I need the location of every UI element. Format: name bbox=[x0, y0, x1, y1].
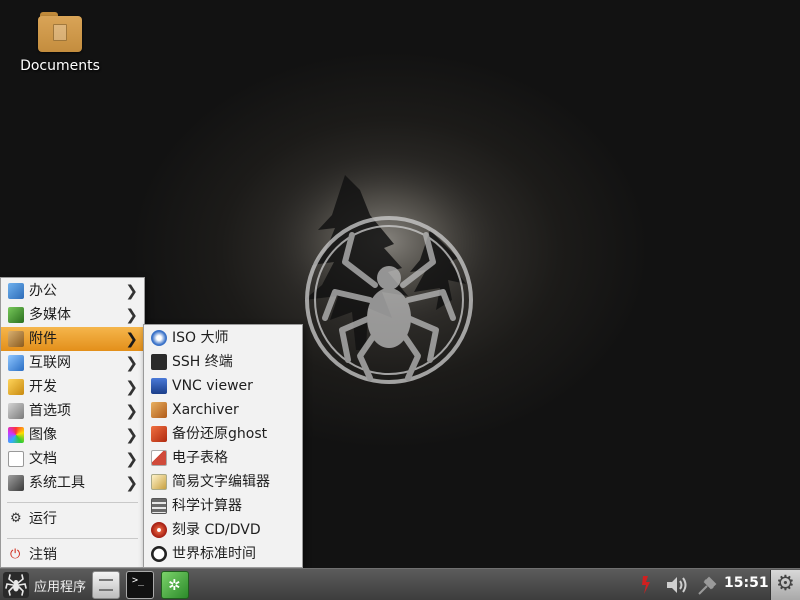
settings-icon: ⚙ bbox=[776, 571, 795, 595]
menu-item-label: VNC viewer bbox=[172, 378, 253, 394]
documents-icon bbox=[8, 451, 24, 467]
submenu-item-spreadsheet[interactable]: 电子表格 bbox=[144, 446, 302, 470]
menu-item-label: 多媒体 bbox=[29, 307, 71, 323]
submenu-item-ssh-terminal[interactable]: SSH 终端 bbox=[144, 350, 302, 374]
menu-item-label: SSH 终端 bbox=[172, 354, 233, 370]
applications-label: 应用程序 bbox=[34, 580, 87, 595]
satellite-tray-icon[interactable] bbox=[696, 573, 720, 597]
menu-item-run[interactable]: ⚙ 运行 bbox=[1, 507, 144, 531]
submenu-item-calculator[interactable]: 科学计算器 bbox=[144, 494, 302, 518]
menu-item-logout[interactable]: ⏻ 注销 bbox=[1, 543, 144, 567]
menu-item-label: 科学计算器 bbox=[172, 498, 242, 514]
menu-item-accessories[interactable]: 附件 ❯ bbox=[1, 327, 144, 351]
menu-item-internet[interactable]: 互联网 ❯ bbox=[1, 351, 144, 375]
gear-icon: ⚙ bbox=[10, 511, 22, 526]
development-icon bbox=[8, 379, 24, 395]
taskbar: 应用程序 >_ ✲ 15:51 ⚙ bbox=[0, 568, 800, 600]
browser-launcher[interactable]: ✲ bbox=[161, 571, 189, 599]
menu-item-system-tools[interactable]: 系统工具 ❯ bbox=[1, 471, 144, 495]
network-icon bbox=[642, 576, 650, 594]
menu-item-label: 首选项 bbox=[29, 403, 71, 419]
menu-item-label: 附件 bbox=[29, 331, 57, 347]
network-tray-icon[interactable] bbox=[636, 573, 660, 597]
menu-item-label: 系统工具 bbox=[29, 475, 85, 491]
chevron-right-icon: ❯ bbox=[125, 354, 138, 372]
volume-tray-icon[interactable] bbox=[664, 573, 692, 597]
menu-item-label: 文档 bbox=[29, 451, 57, 467]
menu-item-office[interactable]: 办公 ❯ bbox=[1, 279, 144, 303]
ghost-backup-icon bbox=[151, 426, 167, 442]
submenu-item-iso-master[interactable]: ISO 大师 bbox=[144, 326, 302, 350]
accessories-icon bbox=[8, 331, 24, 347]
menu-item-label: 互联网 bbox=[29, 355, 71, 371]
text-editor-icon bbox=[151, 474, 167, 490]
submenu-item-ghost-backup[interactable]: 备份还原ghost bbox=[144, 422, 302, 446]
clock-icon bbox=[151, 546, 167, 562]
menu-separator bbox=[7, 502, 138, 503]
volume-icon bbox=[667, 577, 677, 593]
file-manager-icon bbox=[99, 579, 113, 591]
file-manager-launcher[interactable] bbox=[92, 571, 120, 599]
applications-menu-button[interactable]: 应用程序 bbox=[0, 569, 90, 600]
vnc-viewer-icon bbox=[151, 378, 167, 394]
application-menu: 办公 ❯ 多媒体 ❯ 附件 ❯ 互联网 ❯ 开发 ❯ 首选项 ❯ 图像 ❯ 文档… bbox=[0, 277, 145, 568]
menu-item-label: 备份还原ghost bbox=[172, 426, 268, 442]
submenu-item-xarchiver[interactable]: Xarchiver bbox=[144, 398, 302, 422]
calculator-icon bbox=[151, 498, 167, 514]
cd-burner-icon bbox=[151, 522, 167, 538]
menu-item-label: 运行 bbox=[29, 511, 57, 527]
submenu-item-text-editor[interactable]: 简易文字编辑器 bbox=[144, 470, 302, 494]
menu-item-multimedia[interactable]: 多媒体 ❯ bbox=[1, 303, 144, 327]
chevron-right-icon: ❯ bbox=[125, 306, 138, 324]
submenu-item-cd-burner[interactable]: 刻录 CD/DVD bbox=[144, 518, 302, 542]
menu-item-label: 电子表格 bbox=[172, 450, 228, 466]
xarchiver-icon bbox=[151, 402, 167, 418]
internet-icon bbox=[8, 355, 24, 371]
menu-item-label: 开发 bbox=[29, 379, 57, 395]
menu-item-label: Xarchiver bbox=[172, 402, 239, 418]
submenu-item-world-clock[interactable]: 世界标准时间 bbox=[144, 542, 302, 566]
satellite-icon bbox=[698, 576, 717, 595]
menu-item-preferences[interactable]: 首选项 ❯ bbox=[1, 399, 144, 423]
menu-item-label: 刻录 CD/DVD bbox=[172, 522, 261, 538]
documents-desktop-icon[interactable]: Documents bbox=[16, 10, 104, 74]
accessories-submenu: ISO 大师 SSH 终端 VNC viewer Xarchiver 备份还原g… bbox=[143, 324, 303, 568]
taskbar-clock[interactable]: 15:51 bbox=[724, 575, 769, 591]
multimedia-icon bbox=[8, 307, 24, 323]
office-icon bbox=[8, 283, 24, 299]
chevron-right-icon: ❯ bbox=[125, 426, 138, 444]
menu-item-documents[interactable]: 文档 ❯ bbox=[1, 447, 144, 471]
preferences-icon bbox=[8, 403, 24, 419]
menu-item-label: 注销 bbox=[29, 547, 57, 563]
chevron-right-icon: ❯ bbox=[125, 450, 138, 468]
settings-button[interactable]: ⚙ bbox=[770, 570, 800, 600]
terminal-launcher[interactable]: >_ bbox=[126, 571, 154, 599]
spider-logo-icon bbox=[3, 572, 29, 598]
submenu-item-vnc-viewer[interactable]: VNC viewer bbox=[144, 374, 302, 398]
desktop-icon-label: Documents bbox=[20, 58, 100, 74]
menu-item-development[interactable]: 开发 ❯ bbox=[1, 375, 144, 399]
ssh-terminal-icon bbox=[151, 354, 167, 370]
chevron-right-icon: ❯ bbox=[125, 282, 138, 300]
iso-master-icon bbox=[151, 330, 167, 346]
graphics-icon bbox=[8, 427, 24, 443]
chevron-right-icon: ❯ bbox=[125, 474, 138, 492]
chevron-right-icon: ❯ bbox=[125, 330, 138, 348]
menu-item-label: 简易文字编辑器 bbox=[172, 474, 270, 490]
system-tools-icon bbox=[8, 475, 24, 491]
spreadsheet-icon bbox=[151, 450, 167, 466]
chevron-right-icon: ❯ bbox=[125, 378, 138, 396]
menu-item-label: 图像 bbox=[29, 427, 57, 443]
power-icon: ⏻ bbox=[10, 547, 21, 562]
menu-item-label: 世界标准时间 bbox=[172, 546, 256, 562]
menu-item-graphics[interactable]: 图像 ❯ bbox=[1, 423, 144, 447]
menu-item-label: 办公 bbox=[29, 283, 57, 299]
menu-separator bbox=[7, 538, 138, 539]
folder-icon bbox=[38, 10, 82, 52]
browser-icon: ✲ bbox=[168, 576, 181, 594]
menu-item-label: ISO 大师 bbox=[172, 330, 229, 346]
terminal-icon: >_ bbox=[132, 575, 145, 586]
chevron-right-icon: ❯ bbox=[125, 402, 138, 420]
